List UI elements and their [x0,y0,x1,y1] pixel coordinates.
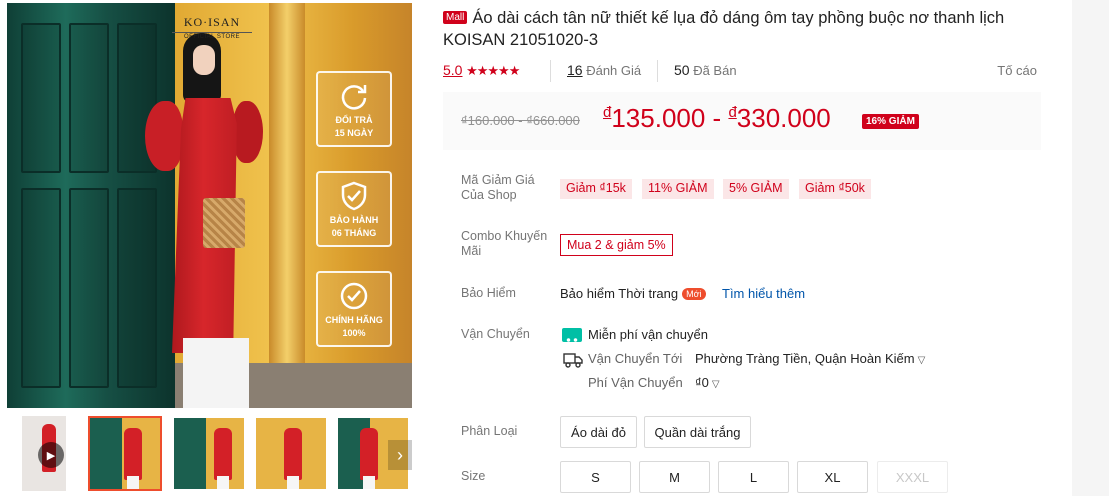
thumbnail-3[interactable] [254,416,328,491]
combo-label: Combo Khuyến Mãi [461,229,548,258]
sale-price-high: 330.000 [736,103,831,133]
shipping-fee-value: ₫0 [695,375,709,390]
page-background-strip [1072,0,1109,496]
brand-logo-sub: OFFICIAL STORE [172,32,252,40]
shield-check-icon [341,181,367,211]
ship-to-value: Phường Tràng Tiền, Quận Hoàn Kiếm [695,351,915,366]
reviews-count: 16 [567,62,583,78]
shipping-fee-label: Phí Vận Chuyển [588,375,683,390]
warranty-badge-line2: 06 THÁNG [331,228,377,238]
check-circle-icon [340,282,368,310]
learn-more-link[interactable]: Tìm hiểu thêm [722,286,805,301]
rating-value: 5.0 [443,62,463,78]
size-option-xl[interactable]: XL [797,461,868,493]
ship-to-label: Vận Chuyển Tới [588,351,683,366]
warranty-badge: BẢO HÀNH 06 THÁNG [316,171,392,247]
brand-logo: KO·ISAN OFFICIAL STORE [172,15,252,45]
warranty-badge-line1: BẢO HÀNH [329,215,379,225]
shipping-fee-dropdown[interactable]: ₫0 ▽ [695,375,720,390]
insurance-value: Bảo hiểm Thời trang Mới [560,286,706,301]
sold-label: Đã Bán [693,63,737,78]
report-link[interactable]: Tố cáo [997,63,1037,78]
variation-label: Phân Loại [461,424,518,438]
reviews-label: Đánh Giá [586,63,642,78]
reviews-link[interactable]: 16 Đánh Giá [567,62,641,78]
voucher-label: Mã Giảm Giá Của Shop [461,173,535,202]
product-title: Mall Áo dài cách tân nữ thiết kế lụa đỏ d… [443,7,1053,51]
sale-price-low: 135.000 [611,103,706,133]
brand-logo-text: KO·ISAN [183,15,241,29]
sale-price: đ135.000 - đ330.000 [603,103,831,134]
voucher-chip[interactable]: Giảm ₫15k [560,179,632,199]
sold-summary: 50 Đã Bán [674,62,737,78]
thumbnail-next-button[interactable]: › [388,440,412,470]
return-badge-line1: ĐỔI TRẢ [335,115,373,125]
product-card: KO·ISAN OFFICIAL STORE ĐỔI TRẢ 15 NGÀY B… [0,0,1072,496]
rating-summary[interactable]: 5.0 ★★★★★ [443,62,520,79]
variation-option[interactable]: Áo dài đỏ [560,416,637,448]
free-shipping-text: Miễn phí vận chuyển [588,327,708,342]
size-option-xxxl: XXXL [877,461,948,493]
insurance-label: Bảo Hiểm [461,286,516,300]
sold-count: 50 [674,62,690,78]
play-icon: ▶ [38,442,64,468]
new-badge: Mới [682,288,706,300]
free-shipping-icon [562,328,582,342]
chevron-down-icon: ▽ [711,379,720,390]
green-door [7,3,175,408]
voucher-chip[interactable]: 11% GIẢM [642,179,714,199]
original-price: ₫160.000 - ₫660.000 [461,113,580,128]
sale-price-sep: - [705,103,729,133]
combo-deal-tag[interactable]: Mua 2 & giảm 5% [560,234,673,256]
size-option-m[interactable]: M [639,461,710,493]
product-title-text: Áo dài cách tân nữ thiết kế lụa đỏ dáng … [443,9,1005,49]
discount-badge: 16% GIẢM [862,114,919,129]
mall-badge: Mall [443,11,468,24]
thumbnail-video[interactable]: ▶ [22,416,66,491]
thumbnail-strip: ▶ [20,416,415,491]
thumbnail-1[interactable] [88,416,162,491]
return-badge: ĐỔI TRẢ 15 NGÀY [316,71,392,147]
authentic-badge-line1: CHÍNH HÃNG [325,315,383,325]
price-box: ₫160.000 - ₫660.000 đ135.000 - đ330.000 … [443,92,1041,150]
return-icon [341,85,367,110]
truck-icon [563,353,583,368]
voucher-chip[interactable]: Giảm ₫50k [799,179,871,199]
puff-sleeve-left [145,101,183,171]
wall-column [269,3,305,408]
puff-sleeve-right [233,101,263,163]
return-badge-line2: 15 NGÀY [334,128,374,138]
woven-bag [203,198,245,248]
chevron-right-icon: › [397,444,403,465]
size-option-l[interactable]: L [718,461,789,493]
authentic-badge: CHÍNH HÃNG 100% [316,271,392,347]
thumbnail-2[interactable] [172,416,246,491]
star-rating-icon: ★★★★★ [466,63,520,78]
ship-to-dropdown[interactable]: Phường Tràng Tiền, Quận Hoàn Kiếm ▽ [695,351,925,366]
shipping-label: Vận Chuyển [461,327,530,341]
voucher-chip[interactable]: 5% GIẢM [723,179,789,199]
currency-symbol: đ [728,104,737,121]
insurance-name: Bảo hiểm Thời trang [560,286,679,301]
model-face [193,45,215,75]
product-main-image[interactable]: KO·ISAN OFFICIAL STORE ĐỔI TRẢ 15 NGÀY B… [7,3,412,408]
size-label: Size [461,469,486,483]
chevron-down-icon: ▽ [917,355,926,366]
white-pants [183,338,249,408]
product-stats: 5.0 ★★★★★ 16 Đánh Giá 50 Đã Bán Tố cáo [443,60,1043,82]
size-option-s[interactable]: S [560,461,631,493]
authentic-badge-line2: 100% [342,328,366,338]
variation-option[interactable]: Quần dài trắng [644,416,751,448]
